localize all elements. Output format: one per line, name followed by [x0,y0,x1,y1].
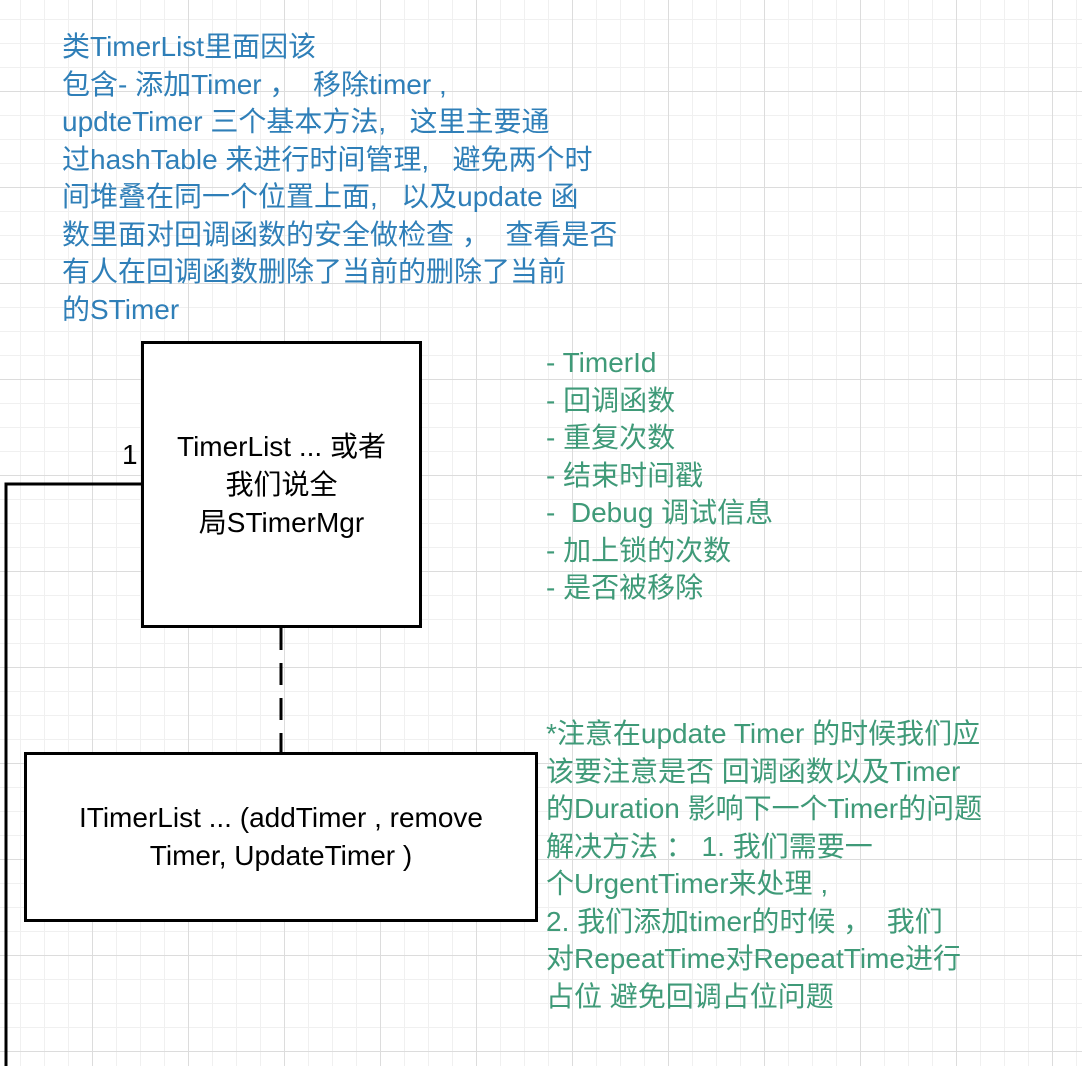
timer-fields-note[interactable]: - TimerId - 回调函数 - 重复次数 - 结束时间戳 - Debug … [546,344,773,607]
timerlist-manager-label: TimerList ... 或者 我们说全 局STimerMgr [177,430,386,538]
timerlist-manager-box[interactable]: TimerList ... 或者 我们说全 局STimerMgr [141,341,422,628]
class-description-note[interactable]: 类TimerList里面因该 包含- 添加Timer ， 移除timer , u… [62,28,617,328]
itimerlist-interface-box[interactable]: ITimerList ... (addTimer , remove Timer,… [24,752,538,922]
association-multiplicity-label: 1 [122,439,138,470]
update-notice-note[interactable]: *注意在update Timer 的时候我们应 该要注意是否 回调函数以及Tim… [546,715,982,1015]
itimerlist-interface-label: ITimerList ... (addTimer , remove Timer,… [78,802,483,871]
